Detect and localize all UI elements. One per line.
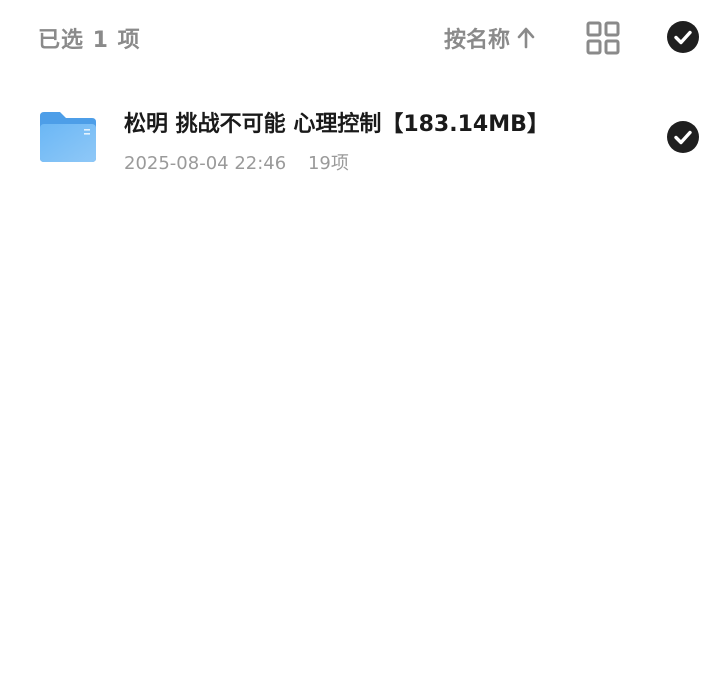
arrow-up-icon — [516, 26, 536, 50]
file-item-count: 19项 — [307, 153, 349, 174]
file-date: 2025-08-04 22:46 — [124, 153, 287, 174]
file-list-item[interactable]: 松明 挑战不可能 心理控制【183.14MB】 2025-08-04 22:46… — [0, 88, 714, 188]
folder-icon — [38, 110, 98, 164]
file-meta: 2025-08-04 22:46 19项 — [124, 149, 349, 175]
selection-header: 已选 1 项 按名称 — [0, 0, 714, 76]
select-all-check-circle-icon[interactable] — [667, 21, 699, 53]
file-name: 松明 挑战不可能 心理控制【183.14MB】 — [124, 112, 549, 137]
selected-count-label: 已选 1 项 — [38, 28, 141, 53]
sort-label: 按名称 — [444, 28, 511, 53]
grid-view-icon[interactable] — [586, 21, 620, 55]
item-check-circle-icon[interactable] — [667, 121, 699, 153]
sort-by-name-button[interactable]: 按名称 — [444, 22, 536, 54]
